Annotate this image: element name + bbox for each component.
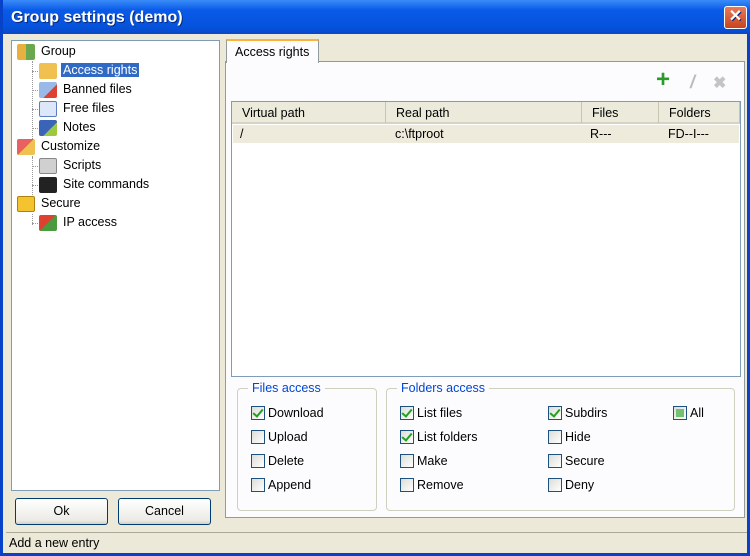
checkbox-subdirs[interactable]: Subdirs xyxy=(548,406,607,422)
tree-item-free-files[interactable]: Free files xyxy=(39,99,116,117)
tree-item-banned-files[interactable]: Banned files xyxy=(39,80,134,98)
tree-item-group[interactable]: Group xyxy=(17,42,78,60)
checkbox-append[interactable]: Append xyxy=(251,478,311,494)
tree-label: Free files xyxy=(63,101,115,115)
script-icon xyxy=(39,157,57,174)
checkbox-hide[interactable]: Hide xyxy=(548,430,591,446)
column-header-files[interactable]: Files xyxy=(582,102,659,124)
folder-access-icon xyxy=(39,62,57,79)
cancel-button[interactable]: Cancel xyxy=(118,498,211,525)
tree-label: Scripts xyxy=(63,158,102,172)
ip-access-icon xyxy=(39,214,57,231)
dialog-window: Group settings (demo) ✕ Group Access rig… xyxy=(0,0,750,556)
tree-item-access-rights[interactable]: Access rights xyxy=(39,61,140,79)
tree-label: Site commands xyxy=(63,177,150,191)
group-title: Folders access xyxy=(397,381,490,395)
checkbox-secure[interactable]: Secure xyxy=(548,454,605,470)
checkbox-delete[interactable]: Delete xyxy=(251,454,304,470)
tree-label: Secure xyxy=(41,196,81,210)
checkbox-upload[interactable]: Upload xyxy=(251,430,308,446)
cell-folders: FD--I--- xyxy=(668,127,709,141)
console-icon xyxy=(39,176,57,193)
table-row[interactable]: / c:\ftproot R--- FD--I--- xyxy=(233,125,739,143)
tree-item-secure[interactable]: Secure xyxy=(17,194,83,212)
tree-item-ip-access[interactable]: IP access xyxy=(39,213,119,231)
checkbox-deny[interactable]: Deny xyxy=(548,478,594,494)
customize-icon xyxy=(17,138,35,155)
checkbox-list-files[interactable]: List files xyxy=(400,406,462,422)
status-bar: Add a new entry xyxy=(6,532,747,553)
tree-item-notes[interactable]: Notes xyxy=(39,118,98,136)
checkbox-list-folders[interactable]: List folders xyxy=(400,430,477,446)
window-title: Group settings (demo) xyxy=(11,9,183,26)
access-rights-list[interactable]: Virtual path Real path Files Folders / c… xyxy=(231,101,741,377)
tree-label: IP access xyxy=(63,215,117,229)
checkbox-download[interactable]: Download xyxy=(251,406,324,422)
column-header-real-path[interactable]: Real path xyxy=(386,102,582,124)
banned-file-icon xyxy=(39,81,57,98)
notes-icon xyxy=(39,119,57,136)
file-icon xyxy=(39,100,57,117)
tree-label: Banned files xyxy=(63,82,132,96)
add-entry-button[interactable]: + xyxy=(656,66,670,94)
checkbox-make[interactable]: Make xyxy=(400,454,448,470)
tree-label: Group xyxy=(41,44,76,58)
title-bar: Group settings (demo) ✕ xyxy=(3,0,750,34)
edit-entry-button[interactable]: / xyxy=(690,72,695,93)
tree-label: Access rights xyxy=(61,63,140,77)
column-header-virtual-path[interactable]: Virtual path xyxy=(232,102,386,124)
cell-virtual-path: / xyxy=(240,127,244,141)
checkbox-remove[interactable]: Remove xyxy=(400,478,464,494)
lock-icon xyxy=(17,195,35,212)
tree-label: Customize xyxy=(41,139,101,153)
tree-item-scripts[interactable]: Scripts xyxy=(39,156,103,174)
tree-label: Notes xyxy=(63,120,96,134)
group-title: Files access xyxy=(248,381,325,395)
cell-files: R--- xyxy=(590,127,612,141)
column-header-folders[interactable]: Folders xyxy=(659,102,740,124)
tree-item-customize[interactable]: Customize xyxy=(17,137,102,155)
ok-button[interactable]: Ok xyxy=(15,498,108,525)
tab-access-rights[interactable]: Access rights xyxy=(226,39,319,63)
close-button[interactable]: ✕ xyxy=(724,6,747,29)
tree-item-site-commands[interactable]: Site commands xyxy=(39,175,151,193)
delete-entry-button[interactable]: ✖ xyxy=(713,73,726,93)
cell-real-path: c:\ftproot xyxy=(395,127,444,141)
settings-tree[interactable]: Group Access rights Banned files Free fi… xyxy=(11,40,220,491)
users-icon xyxy=(17,43,35,60)
checkbox-all[interactable]: All xyxy=(673,406,704,422)
